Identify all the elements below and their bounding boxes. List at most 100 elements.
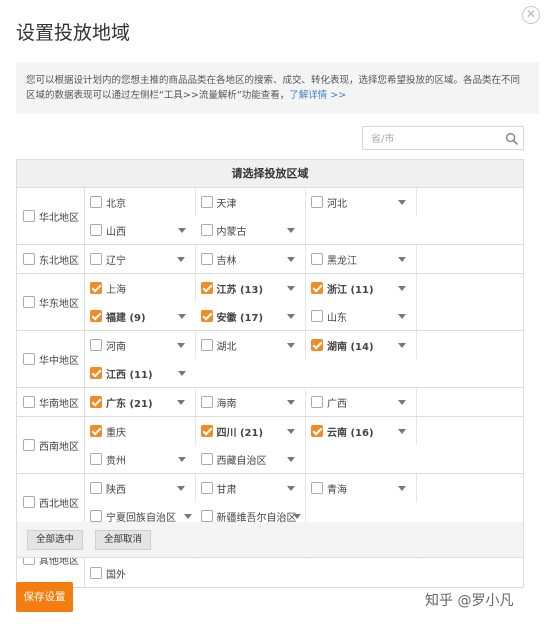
province-item[interactable]: 北京	[85, 188, 196, 216]
province-checkbox[interactable]	[90, 396, 102, 408]
province-item[interactable]: 上海	[85, 274, 196, 302]
region-label[interactable]: 华南地区	[17, 388, 85, 416]
province-item[interactable]: 河北	[306, 188, 417, 216]
dropdown-arrow-icon[interactable]	[176, 343, 185, 348]
province-item[interactable]: 江苏 (13)	[196, 274, 306, 302]
province-checkbox[interactable]	[90, 253, 102, 265]
region-checkbox[interactable]	[23, 353, 35, 365]
dropdown-arrow-icon[interactable]	[397, 314, 406, 319]
dropdown-arrow-icon[interactable]	[176, 400, 185, 405]
province-item[interactable]: 江西 (11)	[85, 359, 196, 387]
province-item[interactable]: 海南	[196, 388, 306, 416]
dropdown-arrow-icon[interactable]	[397, 200, 406, 205]
province-checkbox[interactable]	[311, 282, 323, 294]
province-item[interactable]: 内蒙古	[196, 216, 306, 244]
province-checkbox[interactable]	[200, 510, 213, 522]
region-checkbox[interactable]	[23, 439, 35, 451]
province-item[interactable]: 湖南 (14)	[306, 331, 417, 359]
province-checkbox[interactable]	[90, 310, 102, 322]
dropdown-arrow-icon[interactable]	[287, 486, 295, 491]
search-input[interactable]	[363, 128, 493, 151]
search-icon[interactable]	[505, 132, 518, 145]
province-item[interactable]: 福建 (9)	[85, 302, 196, 330]
dropdown-arrow-icon[interactable]	[397, 486, 406, 491]
province-item[interactable]: 贵州	[85, 445, 196, 473]
province-checkbox[interactable]	[311, 339, 323, 351]
region-label[interactable]: 西南地区	[17, 417, 85, 473]
province-item[interactable]: 西藏自治区	[196, 445, 306, 473]
province-item[interactable]: 黑龙江	[306, 245, 417, 273]
save-button[interactable]: 保存设置	[16, 582, 73, 612]
province-checkbox[interactable]	[90, 425, 102, 437]
dropdown-arrow-icon[interactable]	[397, 400, 406, 405]
province-item[interactable]: 广西	[306, 388, 417, 416]
province-item[interactable]: 四川 (21)	[196, 417, 306, 445]
province-checkbox[interactable]	[200, 253, 213, 265]
province-checkbox[interactable]	[311, 196, 323, 208]
region-checkbox[interactable]	[23, 296, 35, 308]
dropdown-arrow-icon[interactable]	[287, 228, 295, 233]
province-checkbox[interactable]	[311, 482, 323, 494]
region-checkbox[interactable]	[23, 210, 35, 222]
region-checkbox[interactable]	[23, 253, 35, 265]
dropdown-arrow-icon[interactable]	[397, 286, 406, 291]
deselect-all-button[interactable]: 全部取消	[95, 530, 152, 550]
province-checkbox[interactable]	[311, 253, 323, 265]
region-checkbox[interactable]	[23, 396, 35, 408]
province-item[interactable]: 辽宁	[85, 245, 196, 273]
province-checkbox[interactable]	[200, 282, 213, 294]
learn-more-link[interactable]: 了解详情 >>	[289, 90, 346, 101]
dropdown-arrow-icon[interactable]	[177, 314, 186, 319]
region-label[interactable]: 华北地区	[17, 188, 85, 244]
province-item[interactable]: 青海	[306, 474, 417, 502]
dropdown-arrow-icon[interactable]	[287, 343, 295, 348]
dropdown-arrow-icon[interactable]	[293, 514, 301, 519]
province-item[interactable]: 天津	[196, 188, 306, 216]
province-item[interactable]: 河南	[85, 331, 196, 359]
province-checkbox[interactable]	[311, 310, 323, 322]
dropdown-arrow-icon[interactable]	[287, 457, 295, 462]
province-checkbox[interactable]	[200, 224, 213, 236]
province-item[interactable]: 云南 (16)	[306, 417, 417, 445]
dropdown-arrow-icon[interactable]	[397, 429, 406, 434]
province-checkbox[interactable]	[90, 567, 102, 579]
province-item[interactable]: 吉林	[196, 245, 306, 273]
province-checkbox[interactable]	[90, 196, 102, 208]
dropdown-arrow-icon[interactable]	[177, 457, 186, 462]
dropdown-arrow-icon[interactable]	[287, 429, 295, 434]
province-item[interactable]: 陕西	[85, 474, 196, 502]
province-checkbox[interactable]	[311, 425, 323, 437]
province-checkbox[interactable]	[200, 310, 213, 322]
province-checkbox[interactable]	[90, 453, 102, 465]
province-checkbox[interactable]	[90, 367, 102, 379]
province-item[interactable]: 山东	[306, 302, 417, 330]
province-item[interactable]: 安徽 (17)	[196, 302, 306, 330]
dropdown-arrow-icon[interactable]	[287, 314, 295, 319]
dropdown-arrow-icon[interactable]	[287, 257, 295, 262]
dropdown-arrow-icon[interactable]	[177, 228, 186, 233]
province-checkbox[interactable]	[90, 224, 102, 236]
province-item[interactable]: 国外	[85, 559, 196, 587]
province-checkbox[interactable]	[200, 396, 213, 408]
province-item[interactable]: 浙江 (11)	[306, 274, 417, 302]
province-checkbox[interactable]	[311, 396, 323, 408]
region-label[interactable]: 华中地区	[17, 331, 85, 387]
province-item[interactable]: 湖北	[196, 331, 306, 359]
dropdown-arrow-icon[interactable]	[183, 514, 192, 519]
province-checkbox[interactable]	[90, 510, 102, 522]
province-checkbox[interactable]	[200, 453, 213, 465]
province-checkbox[interactable]	[200, 339, 213, 351]
region-label[interactable]: 东北地区	[17, 245, 85, 273]
region-checkbox[interactable]	[23, 496, 35, 508]
province-checkbox[interactable]	[200, 196, 213, 208]
region-label[interactable]: 华东地区	[17, 274, 85, 330]
province-checkbox[interactable]	[90, 282, 102, 294]
dropdown-arrow-icon[interactable]	[176, 257, 185, 262]
close-icon[interactable]: ✕	[522, 6, 540, 24]
dropdown-arrow-icon[interactable]	[397, 343, 406, 348]
province-item[interactable]: 广东 (21)	[85, 388, 196, 416]
province-checkbox[interactable]	[200, 482, 213, 494]
dropdown-arrow-icon[interactable]	[287, 286, 295, 291]
dropdown-arrow-icon[interactable]	[397, 257, 406, 262]
dropdown-arrow-icon[interactable]	[287, 400, 295, 405]
